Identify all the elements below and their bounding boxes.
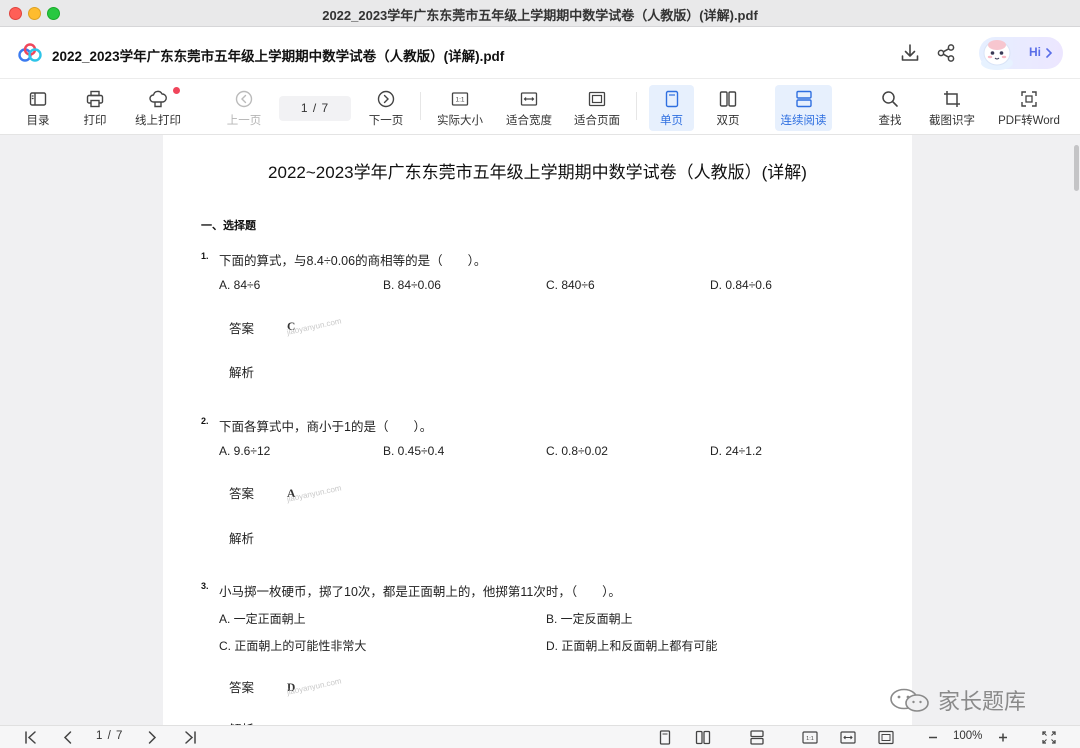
next-page-button[interactable]: 下一页: [366, 85, 406, 131]
question-text: 小马掷一枚硬币，掷了10次，都是正面朝上的，他掷第11次时，（ ）。: [219, 585, 621, 599]
fit-page-button[interactable]: 适合页面: [571, 85, 623, 131]
circle-arrow-right-icon: [377, 90, 395, 108]
actual-size-icon[interactable]: 1:1: [802, 730, 818, 745]
toolbar-divider: [636, 92, 637, 120]
double-page-button[interactable]: 双页: [708, 85, 748, 131]
question-number: 3.: [201, 581, 209, 591]
document-header: 2022_2023学年广东东莞市五年级上学期期中数学试卷（人教版）(详解).pd…: [0, 27, 1080, 79]
double-page-view-icon[interactable]: [695, 730, 711, 745]
option-a: A. 9.6÷12: [219, 444, 271, 458]
double-page-icon: [719, 91, 737, 107]
single-page-view-icon[interactable]: [657, 730, 673, 745]
next-page-icon[interactable]: [144, 730, 160, 745]
watermark-text: jiaoyanyun.com: [286, 316, 343, 337]
fit-page-icon[interactable]: [878, 730, 894, 745]
option-d: D. 0.84÷0.6: [710, 278, 772, 292]
convert-icon: [1021, 91, 1037, 107]
ai-assistant-button[interactable]: Hi: [979, 37, 1063, 70]
share-icon[interactable]: [935, 42, 957, 64]
cloud-print-icon: [149, 90, 167, 108]
option-b: B. 0.45÷0.4: [383, 444, 445, 458]
vertical-scrollbar-thumb[interactable]: [1074, 145, 1079, 191]
analysis-label: 解析: [229, 532, 255, 546]
prev-page-icon[interactable]: [60, 730, 76, 745]
svg-text:1:1: 1:1: [806, 736, 814, 742]
question-text: 下面各算式中，商小于1的是（ ）。: [219, 420, 433, 434]
pdf-to-word-button[interactable]: PDF转Word: [995, 85, 1063, 131]
previous-page-button[interactable]: 上一页: [224, 85, 264, 131]
continuous-reading-button[interactable]: 连续阅读: [775, 85, 832, 131]
actual-size-icon: 1:1: [451, 92, 469, 106]
question-text: 下面的算式，与8.4÷0.06的商相等的是（ ）。: [219, 254, 487, 268]
wechat-icon: [890, 688, 929, 712]
pdf-reader-window: 2022_2023学年广东东莞市五年级上学期期中数学试卷（人教版）(详解).pd…: [0, 0, 1080, 748]
printer-icon: [86, 90, 104, 108]
toc-button[interactable]: 目录: [18, 85, 58, 131]
pdf-page: 2022~2023学年广东东莞市五年级上学期期中数学试卷（人教版）(详解) 一、…: [163, 135, 912, 725]
last-page-icon[interactable]: [182, 730, 198, 745]
zoom-level[interactable]: 100%: [953, 730, 982, 742]
chevron-right-icon: [1046, 48, 1053, 58]
answer-label: 答案: [229, 487, 255, 501]
option-d: D. 正面朝上和反面朝上都有可能: [546, 639, 718, 653]
single-page-icon: [665, 90, 678, 108]
document-viewport[interactable]: 2022~2023学年广东东莞市五年级上学期期中数学试卷（人教版）(详解) 一、…: [0, 135, 1080, 725]
option-c: C. 0.8÷0.02: [546, 444, 608, 458]
continuous-scroll-icon: [795, 90, 812, 108]
fit-page-icon: [588, 91, 606, 107]
continuous-view-icon[interactable]: [749, 730, 765, 745]
title-bar: 2022_2023学年广东东莞市五年级上学期期中数学试卷（人教版）(详解).pd…: [0, 0, 1080, 27]
watermark-text: jiaoyanyun.com: [286, 483, 343, 504]
analysis-label: 解析: [229, 366, 255, 380]
watermark-text: jiaoyanyun.com: [286, 676, 343, 697]
fit-width-icon: [520, 92, 538, 106]
first-page-icon[interactable]: [23, 730, 39, 745]
option-c: C. 正面朝上的可能性非常大: [219, 639, 367, 653]
ai-hi-label: Hi: [1029, 45, 1041, 59]
new-badge-dot: [173, 87, 180, 94]
fit-width-icon[interactable]: [840, 730, 856, 745]
option-a: A. 84÷6: [219, 278, 261, 292]
document-title: 2022_2023学年广东东莞市五年级上学期期中数学试卷（人教版）(详解).pd…: [52, 49, 505, 64]
zoom-out-icon[interactable]: [925, 730, 941, 745]
download-icon[interactable]: [899, 42, 921, 64]
question-number: 1.: [201, 251, 209, 261]
sidebar-toc-icon: [29, 92, 47, 106]
section-heading: 一、选择题: [201, 220, 256, 232]
page-number-input[interactable]: 1 / 7: [279, 96, 351, 121]
option-a: A. 一定正面朝上: [219, 612, 306, 626]
answer-label: 答案: [229, 322, 255, 336]
search-button[interactable]: 查找: [870, 85, 910, 131]
question-number: 2.: [201, 416, 209, 426]
zoom-in-icon[interactable]: [995, 730, 1011, 745]
fullscreen-icon[interactable]: [1041, 730, 1057, 745]
watermark-brand-text: 家长题库: [938, 689, 1027, 714]
window-title: 2022_2023学年广东东莞市五年级上学期期中数学试卷（人教版）(详解).pd…: [322, 8, 758, 23]
status-page-indicator[interactable]: 1 / 7: [96, 730, 123, 742]
search-icon: [882, 91, 898, 107]
exam-title: 2022~2023学年广东东莞市五年级上学期期中数学试卷（人教版）(详解): [268, 163, 807, 182]
option-d: D. 24÷1.2: [710, 444, 762, 458]
toolbar-divider: [420, 92, 421, 120]
fit-width-button[interactable]: 适合宽度: [504, 85, 554, 131]
status-bar: 1 / 7 1:1 100%: [0, 725, 1080, 748]
online-print-button[interactable]: 线上打印: [132, 85, 184, 131]
option-b: B. 一定反面朝上: [546, 612, 633, 626]
actual-size-button[interactable]: 1:1 实际大小: [435, 85, 485, 131]
single-page-button[interactable]: 单页: [649, 85, 694, 131]
option-c: C. 840÷6: [546, 278, 595, 292]
print-button[interactable]: 打印: [75, 85, 115, 131]
ai-avatar-icon: [981, 40, 1013, 70]
app-logo-icon: [18, 43, 42, 62]
circle-arrow-left-icon: [235, 90, 253, 108]
answer-label: 答案: [229, 681, 255, 695]
svg-text:1:1: 1:1: [455, 97, 464, 104]
screenshot-ocr-button[interactable]: 截图识字: [926, 85, 978, 131]
option-b: B. 84÷0.06: [383, 278, 441, 292]
crop-icon: [944, 91, 960, 107]
